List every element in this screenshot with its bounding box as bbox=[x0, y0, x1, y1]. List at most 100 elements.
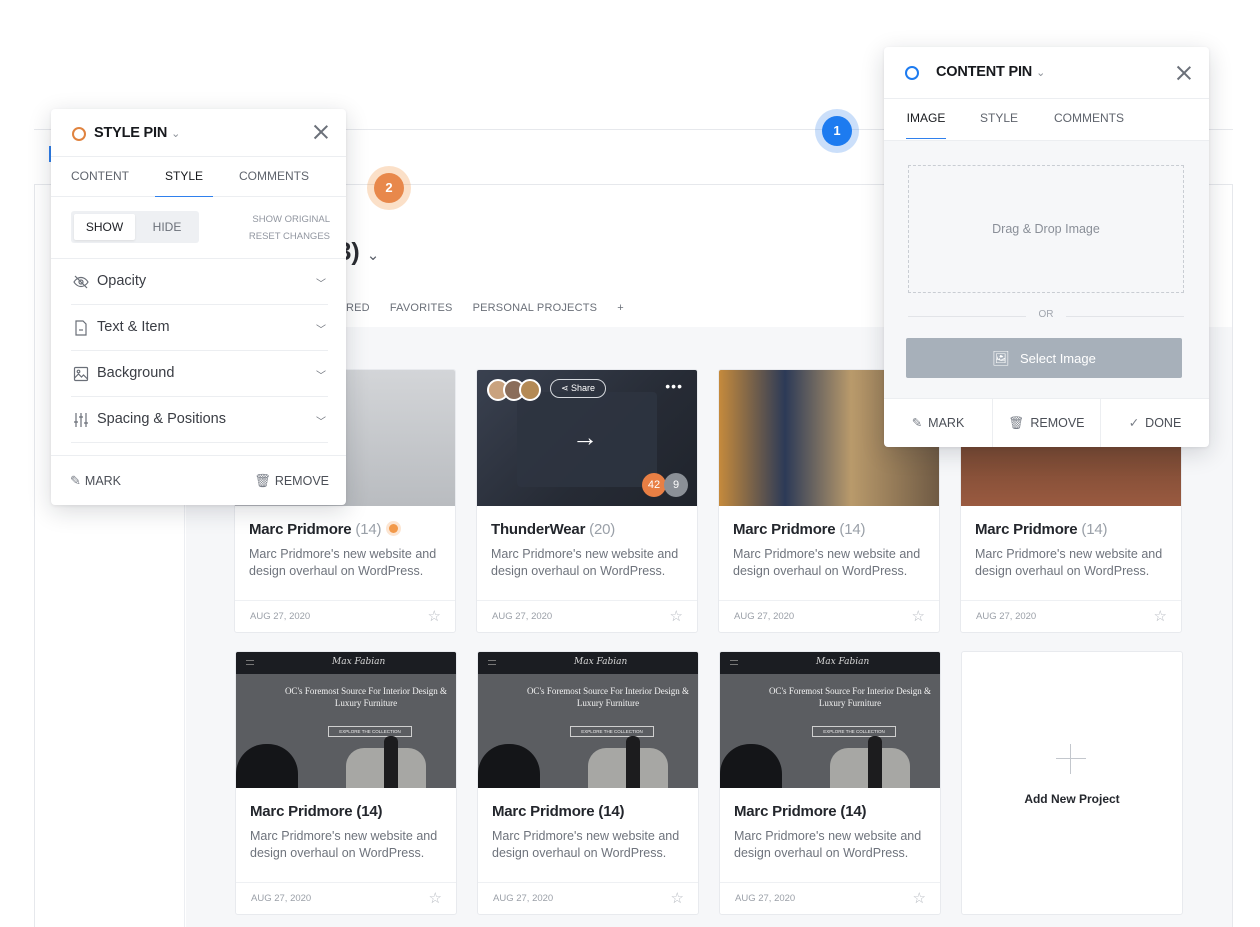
star-icon[interactable]: ☆ bbox=[1154, 607, 1167, 625]
project-description: Marc Pridmore's new website and design o… bbox=[250, 829, 438, 860]
tab-image[interactable]: IMAGE bbox=[906, 99, 946, 139]
remove-button[interactable]: 🗑 REMOVE bbox=[254, 456, 329, 506]
close-icon[interactable] bbox=[312, 123, 330, 141]
project-title: Marc Pridmore (14) bbox=[250, 803, 383, 820]
site-logo: Max Fabian bbox=[816, 657, 870, 667]
check-circle-icon: ✓ bbox=[1128, 416, 1140, 430]
more-options-icon[interactable]: ••• bbox=[665, 378, 683, 394]
pin-marker-dot bbox=[389, 524, 399, 533]
pin-status-icon bbox=[905, 66, 919, 80]
avatar bbox=[519, 379, 541, 401]
remove-button[interactable]: 🗑 REMOVE bbox=[993, 399, 1101, 447]
project-description: Marc Pridmore's new website and design o… bbox=[249, 547, 437, 578]
card-footer: AUG 27, 2020 ☆ bbox=[719, 600, 939, 632]
chevron-down-icon[interactable]: ⌄ bbox=[367, 247, 380, 264]
tab-style[interactable]: STYLE bbox=[155, 157, 213, 197]
accordion-background[interactable]: Background ﹀ bbox=[71, 351, 328, 397]
pin-status-icon bbox=[72, 127, 86, 141]
panel-tabs: CONTENT STYLE COMMENTS bbox=[51, 157, 346, 197]
arrow-right-icon[interactable]: → bbox=[572, 422, 598, 453]
tab-style[interactable]: STYLE bbox=[980, 99, 1018, 139]
star-icon[interactable]: ☆ bbox=[671, 889, 684, 907]
chevron-down-icon[interactable]: ⌄ bbox=[1036, 67, 1045, 79]
category-tab-favorites[interactable]: FAVORITES bbox=[390, 302, 453, 314]
project-card[interactable]: Max Fabian OC's Foremost Source For Inte… bbox=[235, 651, 457, 915]
project-card[interactable]: Max Fabian OC's Foremost Source For Inte… bbox=[477, 651, 699, 915]
mark-button[interactable]: ✎ MARK bbox=[884, 399, 993, 447]
done-button[interactable]: ✓ DONE bbox=[1101, 399, 1209, 447]
panel-title[interactable]: STYLE PIN ⌄ bbox=[94, 125, 180, 141]
panel-footer: ✎ MARK 🗑 REMOVE bbox=[51, 455, 346, 505]
accordion-spacing-positions[interactable]: Spacing & Positions ﹀ bbox=[71, 397, 328, 443]
star-icon[interactable]: ☆ bbox=[912, 607, 925, 625]
project-date: AUG 27, 2020 bbox=[492, 611, 553, 622]
tab-comments[interactable]: COMMENTS bbox=[1054, 99, 1124, 139]
thumbnail-headline: OC's Foremost Source For Interior Design… bbox=[526, 686, 690, 708]
accordion-label: Background bbox=[97, 365, 175, 381]
chevron-down-icon[interactable]: ⌄ bbox=[171, 128, 180, 140]
accordion-text-item[interactable]: Text & Item ﹀ bbox=[71, 305, 328, 351]
mark-button[interactable]: ✎ MARK bbox=[70, 456, 121, 506]
star-icon[interactable]: ☆ bbox=[913, 889, 926, 907]
card-footer: AUG 27, 2020 ☆ bbox=[961, 600, 1181, 632]
select-image-button[interactable]: 🖼 Select Image bbox=[906, 338, 1182, 378]
plus-icon bbox=[1056, 744, 1086, 774]
thumbnail-headline: OC's Foremost Source For Interior Design… bbox=[768, 686, 932, 708]
project-title: Marc Pridmore (14) bbox=[733, 521, 866, 538]
card-footer: AUG 27, 2020 ☆ bbox=[478, 882, 698, 914]
thumbnail-cta: EXPLORE THE COLLECTION bbox=[812, 726, 896, 737]
show-original-link[interactable]: SHOW ORIGINAL bbox=[249, 211, 330, 228]
project-description: Marc Pridmore's new website and design o… bbox=[492, 829, 680, 860]
tab-content[interactable]: CONTENT bbox=[71, 157, 129, 197]
pin-marker-1[interactable]: 1 bbox=[815, 109, 859, 153]
chevron-down-icon: ﹀ bbox=[316, 417, 326, 428]
edit-icon: ✎ bbox=[70, 473, 81, 488]
project-title: ThunderWear (20) bbox=[491, 521, 616, 538]
add-category-button[interactable]: + bbox=[617, 302, 624, 314]
category-tab[interactable]: RED bbox=[346, 302, 370, 314]
accordion-label: Text & Item bbox=[97, 319, 170, 335]
project-thumbnail: Max Fabian OC's Foremost Source For Inte… bbox=[236, 652, 456, 788]
site-logo: Max Fabian bbox=[574, 657, 628, 667]
accordion-opacity[interactable]: Opacity ﹀ bbox=[71, 259, 328, 305]
or-divider: OR bbox=[908, 309, 1184, 323]
show-hide-toggle: SHOW HIDE bbox=[71, 211, 199, 243]
drag-drop-zone[interactable]: Drag & Drop Image bbox=[908, 165, 1184, 293]
project-thumbnail: Max Fabian OC's Foremost Source For Inte… bbox=[478, 652, 698, 788]
trash-icon: 🗑 bbox=[1008, 416, 1025, 430]
style-pin-panel: STYLE PIN ⌄ CONTENT STYLE COMMENTS SHOW H… bbox=[51, 109, 346, 505]
add-new-project-card[interactable]: Add New Project bbox=[961, 651, 1183, 915]
close-icon[interactable] bbox=[1175, 64, 1193, 82]
project-thumbnail: Max Fabian OC's Foremost Source For Inte… bbox=[720, 652, 940, 788]
pin-marker-2[interactable]: 2 bbox=[367, 166, 411, 210]
document-icon bbox=[75, 320, 87, 336]
star-icon[interactable]: ☆ bbox=[670, 607, 683, 625]
chevron-down-icon: ﹀ bbox=[316, 371, 326, 382]
project-card[interactable]: → ⋖ Share ••• 42 9 ThunderWear (20) Marc… bbox=[476, 369, 698, 633]
project-date: AUG 27, 2020 bbox=[735, 893, 796, 904]
add-new-project-label: Add New Project bbox=[1024, 792, 1120, 806]
accordion-label: Opacity bbox=[97, 273, 147, 289]
project-title: Marc Pridmore (14) bbox=[734, 803, 867, 820]
star-icon[interactable]: ☆ bbox=[429, 889, 442, 907]
reset-changes-link[interactable]: RESET CHANGES bbox=[249, 228, 330, 245]
style-actions: SHOW ORIGINAL RESET CHANGES bbox=[249, 211, 330, 245]
project-card[interactable]: Max Fabian OC's Foremost Source For Inte… bbox=[719, 651, 941, 915]
hide-button[interactable]: HIDE bbox=[137, 214, 197, 240]
card-footer: AUG 27, 2020 ☆ bbox=[235, 600, 455, 632]
card-footer: AUG 27, 2020 ☆ bbox=[236, 882, 456, 914]
thumbnail-headline: OC's Foremost Source For Interior Design… bbox=[284, 686, 448, 708]
tab-comments[interactable]: COMMENTS bbox=[239, 157, 309, 197]
project-thumbnail: → ⋖ Share ••• 42 9 bbox=[477, 370, 697, 506]
project-description: Marc Pridmore's new website and design o… bbox=[975, 547, 1163, 578]
category-tab-personal-projects[interactable]: PERSONAL PROJECTS bbox=[473, 302, 598, 314]
share-button[interactable]: ⋖ Share bbox=[550, 379, 607, 398]
chevron-down-icon: ﹀ bbox=[316, 325, 326, 336]
project-date: AUG 27, 2020 bbox=[250, 611, 311, 622]
show-button[interactable]: SHOW bbox=[74, 214, 135, 240]
category-tabs: RED FAVORITES PERSONAL PROJECTS + bbox=[346, 302, 624, 314]
project-date: AUG 27, 2020 bbox=[734, 611, 795, 622]
pin-count-badge: 9 bbox=[664, 473, 688, 497]
star-icon[interactable]: ☆ bbox=[428, 607, 441, 625]
panel-title[interactable]: CONTENT PIN ⌄ bbox=[936, 64, 1045, 80]
